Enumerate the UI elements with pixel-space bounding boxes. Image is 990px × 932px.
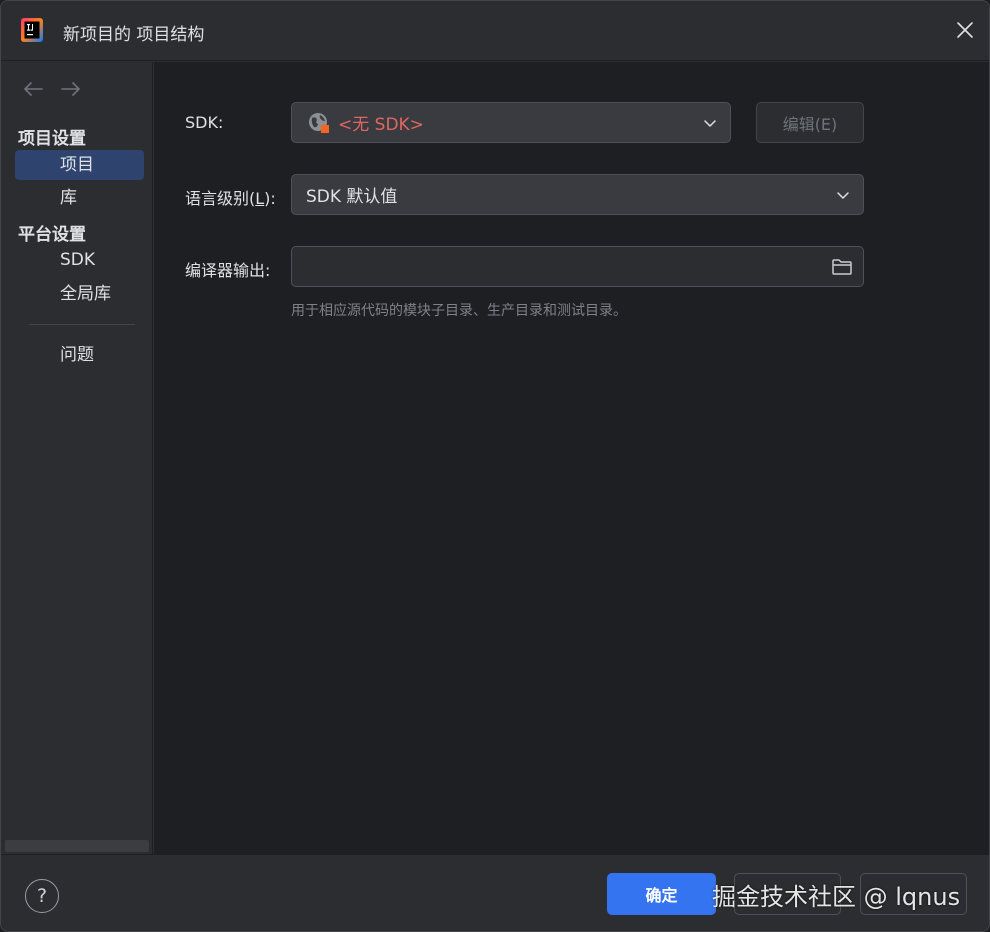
compiler-output-label: 编译器输出:	[185, 261, 271, 280]
help-button[interactable]: ?	[25, 879, 59, 913]
arrow-left-icon	[24, 82, 43, 96]
watermark-text: 掘金技术社区 @ lqnus	[712, 883, 961, 911]
sdk-globe-icon	[308, 112, 330, 134]
window-title: 新项目的 项目结构	[63, 25, 205, 45]
language-level-value: SDK 默认值	[306, 187, 398, 207]
compiler-output-field[interactable]	[291, 246, 864, 287]
language-level-dropdown[interactable]: SDK 默认值	[291, 174, 864, 215]
sdk-label: SDK:	[185, 113, 224, 132]
chevron-down-icon	[837, 192, 849, 199]
project-settings-panel: SDK: <无 SDK> 编辑(E) 语言级别(L): SDK 默认值 编译器输…	[154, 62, 989, 854]
compiler-output-hint: 用于相应源代码的模块子目录、生产目录和测试目录。	[291, 303, 627, 319]
close-button[interactable]	[951, 16, 979, 44]
sidebar-item-global-libraries[interactable]: 全局库	[15, 279, 144, 309]
title-bar: 新项目的 项目结构	[1, 1, 989, 61]
section-platform-settings: 平台设置	[18, 225, 86, 245]
sdk-value: <无 SDK>	[338, 115, 424, 135]
sidebar: 项目设置 项目 库 平台设置 SDK 全局库 问题	[1, 62, 153, 854]
intellij-logo-icon	[21, 18, 43, 42]
chevron-down-icon	[704, 120, 716, 127]
sidebar-item-project[interactable]: 项目	[15, 150, 144, 180]
sidebar-divider	[29, 324, 135, 325]
question-mark-icon: ?	[36, 885, 48, 907]
arrow-right-icon	[61, 82, 80, 96]
forward-button[interactable]	[61, 80, 81, 98]
language-level-label: 语言级别(L):	[185, 189, 276, 208]
sidebar-horizontal-scrollbar[interactable]	[5, 840, 149, 852]
folder-icon[interactable]	[831, 257, 853, 277]
sdk-dropdown[interactable]: <无 SDK>	[291, 102, 731, 143]
sidebar-item-problems[interactable]: 问题	[15, 340, 144, 370]
edit-sdk-button[interactable]: 编辑(E)	[756, 102, 864, 143]
ok-button[interactable]: 确定	[607, 873, 716, 915]
dialog-footer: ? 确定 掘金技术社区 @ lqnus	[1, 854, 989, 931]
sidebar-item-libraries[interactable]: 库	[15, 183, 144, 213]
sidebar-item-sdk[interactable]: SDK	[15, 245, 144, 275]
navigation-arrows	[23, 80, 81, 98]
close-icon	[957, 22, 973, 38]
back-button[interactable]	[23, 80, 43, 98]
project-structure-dialog: 新项目的 项目结构 项目设置 项目 库 平台设置 SDK 全局库 问题 SDK:…	[0, 0, 990, 932]
section-project-settings: 项目设置	[18, 129, 86, 149]
